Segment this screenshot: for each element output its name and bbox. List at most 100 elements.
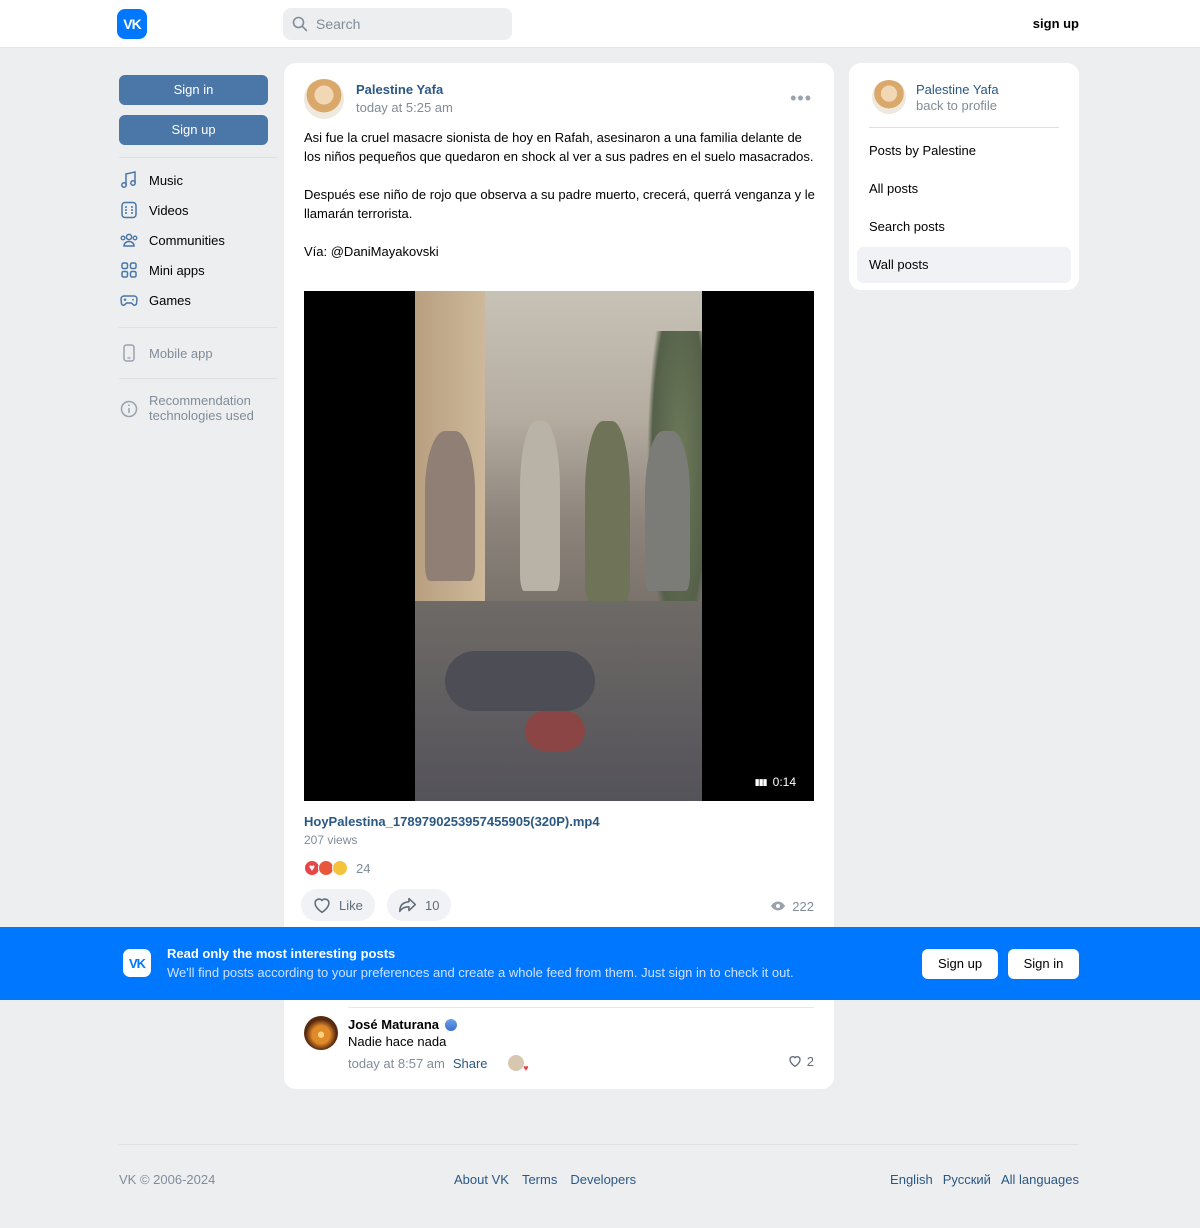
comment-time[interactable]: today at 8:57 am <box>348 1056 445 1071</box>
sad-reaction-icon <box>332 860 348 876</box>
nav-label: Music <box>149 172 183 188</box>
sign-in-button[interactable]: Sign in <box>119 75 268 105</box>
search-input[interactable] <box>316 16 496 32</box>
nav-item-games[interactable]: Games <box>119 285 279 315</box>
nav-label: Videos <box>149 202 189 218</box>
vk-logo: VK <box>123 949 151 977</box>
post-views: 222 <box>770 898 814 914</box>
comment-divider <box>348 1007 814 1008</box>
views-count: 222 <box>792 898 814 914</box>
video-file-name[interactable]: HoyPalestina_1789790253957455905(320P).m… <box>304 814 600 829</box>
copyright: VK © 2006-2024 <box>119 1172 216 1187</box>
video-scene <box>445 651 595 711</box>
language-all[interactable]: All languages <box>1001 1172 1079 1187</box>
heart-icon <box>314 898 330 914</box>
post-author[interactable]: Palestine Yafa <box>356 82 443 97</box>
nav-item-communities[interactable]: Communities <box>119 225 279 255</box>
commenter-name-text: José Maturana <box>348 1017 440 1032</box>
reactions-summary[interactable]: ♥ 24 <box>304 860 370 876</box>
nav-item-videos[interactable]: Videos <box>119 195 279 225</box>
heart-icon: ♥ <box>523 1063 529 1073</box>
audio-bars-icon: ▮▮▮ <box>754 776 768 787</box>
heart-icon <box>789 1056 801 1068</box>
search-icon <box>292 16 308 32</box>
comment-share-link[interactable]: Share <box>453 1056 488 1071</box>
nav-divider <box>119 378 277 379</box>
video-scene <box>425 431 475 581</box>
footer-link-developers[interactable]: Developers <box>570 1172 636 1187</box>
duration-text: 0:14 <box>772 775 796 789</box>
signup-banner: VK Read only the most interesting posts … <box>0 927 1200 1000</box>
more-options-icon[interactable]: ••• <box>790 89 812 107</box>
nav-item-mini-apps[interactable]: Mini apps <box>119 255 279 285</box>
communities-icon <box>120 233 138 247</box>
footer-link-terms[interactable]: Terms <box>522 1172 557 1187</box>
share-count: 10 <box>425 897 440 913</box>
video-scene <box>520 421 560 591</box>
like-label: Like <box>339 897 363 913</box>
share-icon <box>398 897 417 913</box>
posts-by-author-link[interactable]: Posts by Palestine <box>857 133 1071 169</box>
comment-like-button[interactable]: 2 <box>787 1053 814 1069</box>
language-links: English Русский All languages <box>890 1172 1079 1187</box>
left-nav: Sign in Sign up Music Videos Communities… <box>119 75 279 427</box>
nav-label: Communities <box>149 232 225 248</box>
top-bar: VK sign up <box>0 0 1200 48</box>
all-posts-link[interactable]: All posts <box>857 171 1071 207</box>
banner-title: Read only the most interesting posts <box>167 946 396 961</box>
banner-sign-in-button[interactable]: Sign in <box>1008 949 1079 979</box>
nav-label: Mobile app <box>149 345 213 361</box>
video-scene <box>645 431 690 591</box>
comment-text: Nadie hace nada <box>348 1034 447 1049</box>
profile-name[interactable]: Palestine Yafa <box>916 82 999 97</box>
vk-logo[interactable]: VK <box>117 9 147 39</box>
banner-subtitle: We'll find posts according to your prefe… <box>167 965 794 980</box>
profile-avatar[interactable] <box>872 80 906 114</box>
mobile-phone-icon <box>123 344 135 362</box>
language-russian[interactable]: Русский <box>943 1172 991 1187</box>
nav-label: Games <box>149 292 191 308</box>
video-duration: ▮▮▮ 0:14 <box>755 775 796 789</box>
music-icon <box>121 171 136 188</box>
language-english[interactable]: English <box>890 1172 933 1187</box>
mini-apps-icon <box>121 262 137 278</box>
video-frame <box>415 291 702 801</box>
footer-divider <box>119 1144 1079 1145</box>
nav-label: Mini apps <box>149 262 205 278</box>
nav-divider <box>119 157 277 158</box>
banner-sign-up-button[interactable]: Sign up <box>922 949 998 979</box>
card-divider <box>869 127 1059 128</box>
info-icon <box>120 400 138 418</box>
liker-avatar[interactable]: ♥ <box>507 1055 529 1073</box>
like-button[interactable]: Like <box>301 889 375 921</box>
video-icon <box>121 201 137 219</box>
author-avatar[interactable] <box>304 79 344 119</box>
comment-meta: today at 8:57 am Share ♥ <box>348 1055 529 1073</box>
nav-item-mobile-app[interactable]: Mobile app <box>119 338 279 368</box>
commenter-name[interactable]: José Maturana <box>348 1017 459 1032</box>
video-scene <box>585 421 630 601</box>
reactions-count: 24 <box>356 860 371 876</box>
wall-posts-link[interactable]: Wall posts <box>857 247 1071 283</box>
sign-up-button[interactable]: Sign up <box>119 115 268 145</box>
nav-divider <box>119 327 277 328</box>
nav-item-recommendation[interactable]: Recommendation technologies used <box>119 387 279 427</box>
video-player[interactable]: ▮▮▮ 0:14 <box>304 291 814 801</box>
post-time[interactable]: today at 5:25 am <box>356 100 453 115</box>
user-badge-icon <box>444 1017 459 1032</box>
gamepad-icon <box>120 295 138 306</box>
commenter-avatar[interactable] <box>304 1016 338 1050</box>
footer-link-about[interactable]: About VK <box>454 1172 509 1187</box>
search-box[interactable] <box>283 8 512 40</box>
profile-side-card: Palestine Yafa back to profile Posts by … <box>849 63 1079 290</box>
footer-links: About VK Terms Developers <box>454 1172 636 1187</box>
search-posts-link[interactable]: Search posts <box>857 209 1071 245</box>
share-button[interactable]: 10 <box>387 889 452 921</box>
signup-link[interactable]: sign up <box>1033 16 1079 31</box>
video-scene <box>525 711 585 751</box>
video-views: 207 views <box>304 833 358 847</box>
nav-item-music[interactable]: Music <box>119 165 279 195</box>
post-text: Asi fue la cruel masacre sionista de hoy… <box>304 130 815 259</box>
comment-like-count: 2 <box>806 1053 814 1069</box>
back-to-profile-link[interactable]: back to profile <box>916 98 997 113</box>
